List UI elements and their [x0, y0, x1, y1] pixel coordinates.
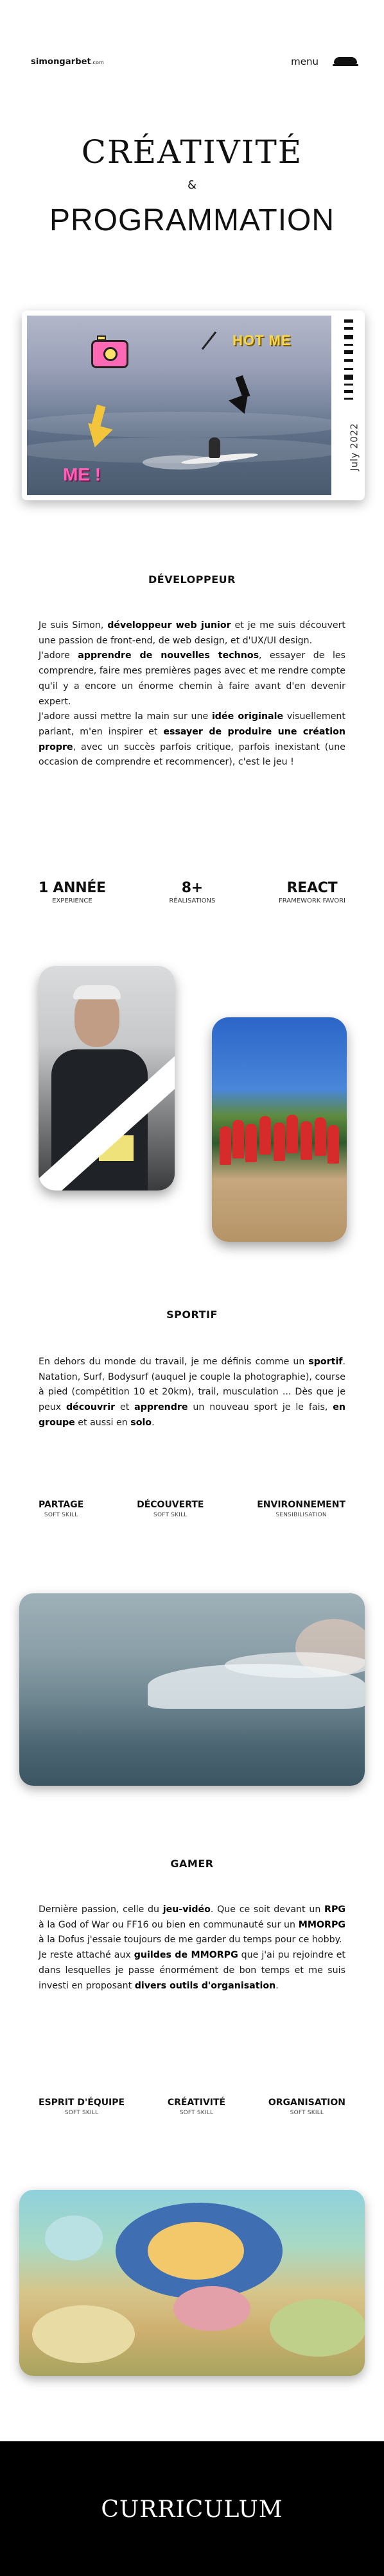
camera-sticker-icon [91, 335, 128, 368]
footer: CURRICULUM [0, 2441, 384, 2576]
header: simongarbet.com menu [31, 54, 358, 69]
bold-text: apprendre de nouvelles technos [78, 650, 259, 661]
section-title-sportif: SPORTIF [166, 1309, 218, 1321]
hero-surf-photo: HOT ME ME ! [27, 316, 331, 495]
bold-text: sportif [308, 1357, 343, 1367]
skill-organisation: ORGANISATION SOFT SKILL [268, 2097, 345, 2116]
developer-stats: 1 ANNÉE EXPERIENCE 8+ RÉALISATIONS REACT… [39, 880, 345, 904]
stat-label: EXPERIENCE [52, 897, 92, 904]
skill-environnement: ENVIRONNEMENT SENSIBILISATION [257, 1500, 345, 1518]
skill-value: CRÉATIVITÉ [167, 2097, 226, 2108]
bold-text: idée originale [211, 711, 284, 722]
stat-label: FRAMEWORK FAVORI [278, 897, 345, 904]
pen-sticker-icon [201, 331, 217, 350]
text-run: Je suis Simon, [39, 620, 108, 631]
skill-creativite: CRÉATIVITÉ SOFT SKILL [168, 2097, 225, 2116]
stat-experience: 1 ANNÉE EXPERIENCE [39, 880, 106, 904]
bold-text: développeur web junior [107, 620, 231, 631]
bold-text: divers outils d'organisation [134, 1980, 276, 1991]
text-run: Dernière passion, celle du [39, 1904, 163, 1915]
text-run: J'adore [39, 650, 78, 661]
skill-decouverte: DÉCOUVERTE SOFT SKILL [137, 1500, 204, 1518]
skill-value: ESPRIT D'ÉQUIPE [39, 2097, 125, 2108]
site-logo[interactable]: simongarbet.com [31, 57, 104, 67]
text-run: J'adore aussi mettre la main sur une [39, 711, 212, 722]
photo-date: July 2022 [348, 423, 360, 471]
stat-label: RÉALISATIONS [169, 897, 216, 904]
developer-paragraph: Je suis Simon, développeur web junior et… [39, 618, 345, 770]
stat-value: 1 ANNÉE [39, 880, 106, 896]
bold-text: apprendre [134, 1402, 188, 1413]
section-title-gamer: GAMER [170, 1858, 214, 1870]
text-run: . [275, 1980, 279, 1991]
text-run: En dehors du monde du travail, je me déf… [39, 1357, 309, 1367]
text-run: et [115, 1402, 135, 1413]
text-run: , avec un succès parfois critique, parfo… [39, 741, 345, 768]
bold-text: guildes de MMORPG [134, 1950, 238, 1961]
hero-title-creativite: CRÉATIVITÉ [81, 133, 303, 171]
skill-partage: PARTAGE SOFT SKILL [39, 1500, 83, 1518]
sport-skills: PARTAGE SOFT SKILL DÉCOUVERTE SOFT SKILL… [39, 1500, 345, 1518]
footer-curriculum-link[interactable]: CURRICULUM [0, 2496, 384, 2523]
me-sticker: ME ! [63, 464, 101, 484]
menu-button[interactable]: menu [291, 56, 358, 67]
stat-realisations: 8+ RÉALISATIONS [169, 880, 215, 904]
hero-title-programmation: PROGRAMMATION [49, 203, 335, 237]
bold-text: jeu-vidéo [162, 1904, 211, 1915]
text-run: et aussi en [74, 1417, 131, 1428]
skill-value: PARTAGE [39, 1500, 84, 1510]
group-photo [212, 1017, 347, 1242]
hero-polaroid-card: HOT ME ME ! July 2022 [22, 310, 365, 500]
stat-framework: REACT FRAMEWORK FAVORI [279, 880, 345, 904]
skill-label: SOFT SKILL [179, 2110, 214, 2116]
bold-text: découvrir [65, 1402, 116, 1413]
stat-value: 8+ [181, 880, 203, 896]
skill-label: SOFT SKILL [44, 1512, 78, 1518]
skill-value: ENVIRONNEMENT [257, 1500, 345, 1510]
text-run: à la Dofus j'essaie toujours de me garde… [39, 1935, 342, 1945]
bold-text: RPG [324, 1904, 345, 1915]
text-run: . Que ce soit devant un [210, 1904, 325, 1915]
logo-suffix: .com [91, 59, 104, 65]
surfer-figure [209, 437, 220, 458]
text-run: à la God of War ou FF16 ou bien en commu… [39, 1919, 299, 1930]
cap-icon [333, 56, 358, 67]
page: simongarbet.com menu CRÉATIVITÉ & PROGRA… [0, 0, 384, 2576]
text-run: Je reste attaché aux [39, 1950, 134, 1961]
text-run: un nouveau sport je le fais, [188, 1402, 333, 1413]
wave-photo [19, 1593, 365, 1786]
section-title-developpeur: DÉVELOPPEUR [148, 573, 236, 586]
skill-label: SOFT SKILL [153, 1512, 188, 1518]
skill-label: SENSIBILISATION [275, 1512, 327, 1518]
gamer-skills: ESPRIT D'ÉQUIPE SOFT SKILL CRÉATIVITÉ SO… [39, 2097, 345, 2116]
skill-esprit-equipe: ESPRIT D'ÉQUIPE SOFT SKILL [39, 2097, 125, 2116]
skill-label: SOFT SKILL [64, 2110, 99, 2116]
hot-me-sticker: HOT ME [232, 332, 292, 348]
runner-photo [39, 966, 175, 1191]
text-run: . [152, 1417, 155, 1428]
skill-value: DÉCOUVERTE [137, 1500, 204, 1510]
game-artwork [19, 2190, 365, 2376]
skill-label: SOFT SKILL [290, 2110, 324, 2116]
logo-main: simongarbet [31, 56, 91, 67]
bold-text: MMORPG [298, 1919, 345, 1930]
hero-ampersand: & [187, 178, 197, 192]
bold-text: solo [130, 1417, 152, 1428]
stat-value: REACT [286, 880, 338, 896]
gamer-paragraph: Dernière passion, celle du jeu-vidéo. Qu… [39, 1902, 345, 1994]
skill-value: ORGANISATION [268, 2097, 345, 2108]
sport-paragraph: En dehors du monde du travail, je me déf… [39, 1355, 345, 1431]
menu-label: menu [291, 56, 319, 67]
